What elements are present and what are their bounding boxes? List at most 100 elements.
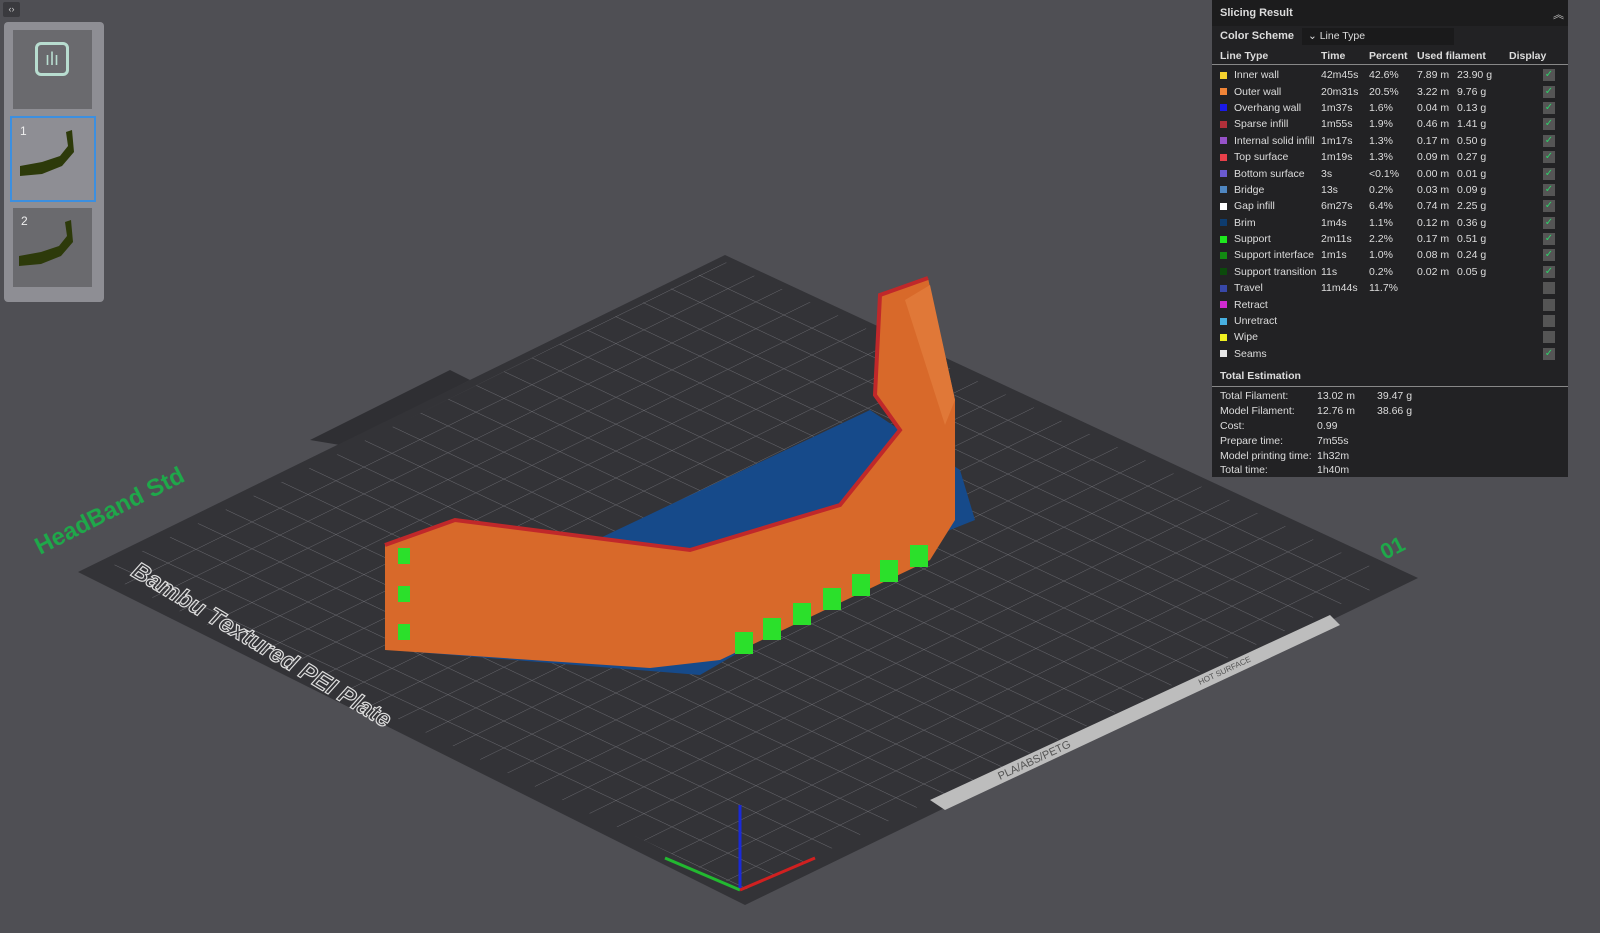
total-row: Model printing time: 1h32m xyxy=(1212,448,1568,463)
color-swatch xyxy=(1220,153,1227,161)
table-header: Line Type Time Percent Used filament Dis… xyxy=(1212,47,1568,65)
line-type-name: Travel xyxy=(1234,282,1263,295)
total-value: 12.76 m xyxy=(1317,405,1355,418)
length-value: 0.04 m xyxy=(1417,101,1450,114)
line-type-name: Top surface xyxy=(1234,151,1289,164)
line-type-row: Outer wall 20m31s 20.5% 3.22 m 9.76 g ✓ xyxy=(1212,83,1568,99)
length-value: 0.08 m xyxy=(1417,249,1450,262)
line-type-name: Overhang wall xyxy=(1234,101,1302,114)
display-checkbox[interactable]: ✓ xyxy=(1543,167,1555,180)
length-value: 0.74 m xyxy=(1417,200,1450,213)
percent-value: 6.4% xyxy=(1369,200,1393,213)
total-value: 1h32m xyxy=(1317,449,1350,462)
percent-value: 1.9% xyxy=(1369,118,1393,131)
display-checkbox[interactable]: ✓ xyxy=(1543,200,1555,213)
percent-value: 1.3% xyxy=(1369,151,1393,164)
length-value: 0.17 m xyxy=(1417,233,1450,246)
color-swatch xyxy=(1220,71,1227,79)
weight-value: 9.76 g xyxy=(1457,85,1487,98)
length-value: 0.02 m xyxy=(1417,265,1450,278)
time-value: 1m55s xyxy=(1321,118,1353,131)
display-checkbox[interactable] xyxy=(1543,331,1555,344)
time-value: 1m19s xyxy=(1321,151,1353,164)
line-type-row: Support 2m11s 2.2% 0.17 m 0.51 g ✓ xyxy=(1212,231,1568,247)
time-value: 6m27s xyxy=(1321,200,1353,213)
display-checkbox[interactable]: ✓ xyxy=(1543,118,1555,131)
line-type-name: Bottom surface xyxy=(1234,167,1305,180)
display-checkbox[interactable]: ✓ xyxy=(1543,101,1555,114)
header-display: Display xyxy=(1509,49,1547,62)
collapse-chevron-icon[interactable]: ︽ xyxy=(1553,6,1564,22)
total-label: Prepare time: xyxy=(1220,434,1284,447)
line-type-row: Unretract xyxy=(1212,313,1568,329)
color-scheme-value: Line Type xyxy=(1319,29,1366,42)
color-swatch xyxy=(1220,301,1227,309)
display-checkbox[interactable]: ✓ xyxy=(1543,183,1555,196)
display-checkbox[interactable]: ✓ xyxy=(1543,151,1555,164)
line-type-name: Retract xyxy=(1234,298,1268,311)
color-swatch xyxy=(1220,120,1227,128)
weight-value: 0.01 g xyxy=(1457,167,1487,180)
total-row: Total Filament: 13.02 m 39.47 g xyxy=(1212,389,1568,404)
line-type-row: Support interface 1m1s 1.0% 0.08 m 0.24 … xyxy=(1212,247,1568,263)
line-type-row: Sparse infill 1m55s 1.9% 0.46 m 1.41 g ✓ xyxy=(1212,116,1568,132)
line-type-name: Unretract xyxy=(1234,315,1278,328)
display-checkbox[interactable]: ✓ xyxy=(1543,347,1555,360)
total-row: Total time: 1h40m xyxy=(1212,463,1568,478)
weight-value: 0.50 g xyxy=(1457,134,1487,147)
line-type-row: Internal solid infill 1m17s 1.3% 0.17 m … xyxy=(1212,133,1568,149)
display-checkbox[interactable]: ✓ xyxy=(1543,265,1555,278)
header-line-type: Line Type xyxy=(1220,49,1269,62)
time-value: 20m31s xyxy=(1321,85,1359,98)
display-checkbox[interactable]: ✓ xyxy=(1543,249,1555,262)
time-value: 1m1s xyxy=(1321,249,1347,262)
color-swatch xyxy=(1220,284,1227,292)
length-value: 3.22 m xyxy=(1417,85,1450,98)
time-value: 2m11s xyxy=(1321,233,1352,246)
plate-thumbnails: ılı 1 2 xyxy=(4,22,104,302)
total-estimation-title: Total Estimation xyxy=(1212,362,1568,388)
plate-thumbnail-1[interactable]: 1 xyxy=(10,116,96,202)
percent-value: 42.6% xyxy=(1369,69,1399,82)
slice-stats-thumbnail[interactable]: ılı xyxy=(13,30,92,109)
color-swatch xyxy=(1220,251,1227,259)
display-checkbox[interactable] xyxy=(1543,315,1555,328)
line-type-row: Brim 1m4s 1.1% 0.12 m 0.36 g ✓ xyxy=(1212,215,1568,231)
display-checkbox[interactable] xyxy=(1543,282,1555,295)
line-type-row: Retract xyxy=(1212,296,1568,312)
header-time: Time xyxy=(1321,49,1346,62)
display-checkbox[interactable]: ✓ xyxy=(1543,69,1555,82)
weight-value: 0.13 g xyxy=(1457,101,1487,114)
color-swatch xyxy=(1220,186,1227,194)
line-type-row: Wipe xyxy=(1212,329,1568,345)
display-checkbox[interactable]: ✓ xyxy=(1543,216,1555,229)
time-value: 11s xyxy=(1321,265,1338,278)
line-type-name: Sparse infill xyxy=(1234,118,1289,131)
weight-value: 0.51 g xyxy=(1457,233,1487,246)
line-type-name: Wipe xyxy=(1234,331,1258,344)
display-checkbox[interactable]: ✓ xyxy=(1543,134,1555,147)
chevron-down-icon: ⌄ xyxy=(1307,29,1320,42)
line-type-name: Internal solid infill xyxy=(1234,134,1315,147)
display-checkbox[interactable] xyxy=(1543,298,1555,311)
bar-chart-icon: ılı xyxy=(35,42,69,76)
total-row: Model Filament: 12.76 m 38.66 g xyxy=(1212,404,1568,419)
weight-value: 0.09 g xyxy=(1457,183,1487,196)
header-used-filament: Used filament xyxy=(1417,49,1486,62)
total-value: 1h40m xyxy=(1317,464,1350,477)
line-type-row: Support transition 11s 0.2% 0.02 m 0.05 … xyxy=(1212,264,1568,280)
percent-value: 0.2% xyxy=(1369,265,1393,278)
line-type-row: Top surface 1m19s 1.3% 0.09 m 0.27 g ✓ xyxy=(1212,149,1568,165)
line-type-name: Support interface xyxy=(1234,249,1314,262)
plate-thumbnail-2[interactable]: 2 xyxy=(13,208,92,287)
line-type-row: Gap infill 6m27s 6.4% 0.74 m 2.25 g ✓ xyxy=(1212,198,1568,214)
display-checkbox[interactable]: ✓ xyxy=(1543,85,1555,98)
total-value: 13.02 m xyxy=(1317,390,1355,403)
display-checkbox[interactable]: ✓ xyxy=(1543,233,1555,246)
percent-value: 1.1% xyxy=(1369,216,1393,229)
total-row: Prepare time: 7m55s xyxy=(1212,433,1568,448)
code-collapse-icon[interactable]: ‹› xyxy=(3,2,20,17)
color-swatch xyxy=(1220,104,1227,112)
color-scheme-select[interactable]: ⌄ Line Type xyxy=(1301,27,1454,45)
color-swatch xyxy=(1220,350,1227,358)
